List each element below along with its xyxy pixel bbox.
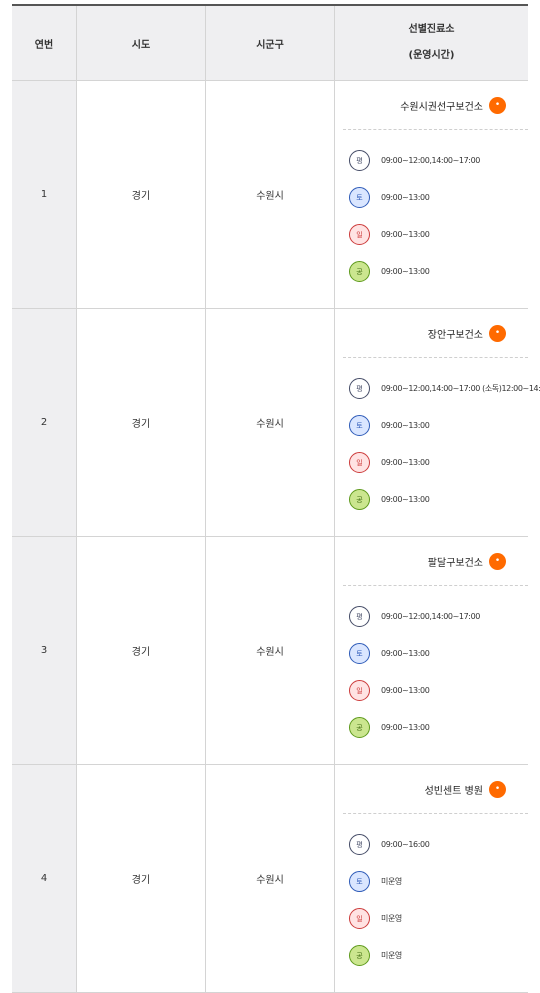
holiday-time: 09:00~13:00 bbox=[381, 723, 430, 732]
hours-holiday: 공 09:00~13:00 bbox=[349, 253, 528, 290]
center-title[interactable]: 성빈센트 병원 • bbox=[343, 765, 528, 814]
hours-list: 평 09:00~16:00 토 미운영 일 미운영 공 미운영 bbox=[335, 814, 528, 974]
row-center: 수원시권선구보건소 • 평 09:00~12:00,14:00~17:00 토 09… bbox=[335, 81, 528, 308]
center-name[interactable]: 팔달구보건소 bbox=[428, 554, 483, 569]
row-no: 4 bbox=[12, 765, 77, 992]
row-sido: 경기 bbox=[77, 765, 206, 992]
saturday-time: 09:00~13:00 bbox=[381, 649, 430, 658]
weekday-badge-icon: 평 bbox=[349, 834, 370, 855]
row-center: 성빈센트 병원 • 평 09:00~16:00 토 미운영 일 미운영 공 미운영 bbox=[335, 765, 528, 992]
detail-icon[interactable]: • bbox=[489, 780, 506, 798]
holiday-badge-icon: 공 bbox=[349, 261, 370, 282]
saturday-badge-icon: 토 bbox=[349, 871, 370, 892]
hours-sunday: 일 09:00~13:00 bbox=[349, 672, 528, 709]
header-sido: 시도 bbox=[77, 6, 206, 80]
hours-weekday: 평 09:00~12:00,14:00~17:00 (소독)12:00~14:00 bbox=[349, 370, 540, 407]
sunday-time: 09:00~13:00 bbox=[381, 686, 430, 695]
holiday-time: 09:00~13:00 bbox=[381, 267, 430, 276]
row-center: 팔달구보건소 • 평 09:00~12:00,14:00~17:00 토 09:00… bbox=[335, 537, 528, 764]
hours-sunday: 일 미운영 bbox=[349, 900, 528, 937]
holiday-time: 09:00~13:00 bbox=[381, 495, 430, 504]
table-header: 연번 시도 시군구 선별진료소 (운영시간) bbox=[12, 6, 528, 81]
center-title[interactable]: 팔달구보건소 • bbox=[343, 537, 528, 586]
center-name[interactable]: 수원시권선구보건소 bbox=[400, 98, 483, 113]
center-name[interactable]: 장안구보건소 bbox=[428, 326, 483, 341]
center-title[interactable]: 수원시권선구보건소 • bbox=[343, 81, 528, 130]
weekday-badge-icon: 평 bbox=[349, 606, 370, 627]
sunday-badge-icon: 일 bbox=[349, 680, 370, 701]
hours-list: 평 09:00~12:00,14:00~17:00 (소독)12:00~14:00… bbox=[335, 358, 540, 518]
hours-weekday: 평 09:00~16:00 bbox=[349, 826, 528, 863]
sunday-badge-icon: 일 bbox=[349, 908, 370, 929]
hours-saturday: 토 09:00~13:00 bbox=[349, 179, 528, 216]
weekday-time: 09:00~16:00 bbox=[381, 840, 430, 849]
sunday-time: 09:00~13:00 bbox=[381, 230, 430, 239]
row-sido: 경기 bbox=[77, 537, 206, 764]
detail-icon[interactable]: • bbox=[489, 552, 506, 570]
saturday-badge-icon: 토 bbox=[349, 643, 370, 664]
hours-list: 평 09:00~12:00,14:00~17:00 토 09:00~13:00 일 0… bbox=[335, 130, 528, 290]
table-row: 1 경기 수원시 수원시권선구보건소 • 평 09:00~12:00,14:00~… bbox=[12, 81, 528, 309]
hours-saturday: 토 09:00~13:00 bbox=[349, 407, 528, 444]
saturday-time: 09:00~13:00 bbox=[381, 421, 430, 430]
center-name[interactable]: 성빈센트 병원 bbox=[425, 782, 483, 797]
row-no: 2 bbox=[12, 309, 77, 536]
header-no: 연번 bbox=[12, 6, 77, 80]
row-no: 3 bbox=[12, 537, 77, 764]
header-center: 선별진료소 (운영시간) bbox=[335, 6, 528, 80]
table-row: 2 경기 수원시 장안구보건소 • 평 09:00~12:00,14:00~17:… bbox=[12, 309, 540, 537]
saturday-badge-icon: 토 bbox=[349, 415, 370, 436]
sunday-time: 미운영 bbox=[381, 914, 402, 923]
header-center-title: 선별진료소 bbox=[408, 24, 455, 35]
weekday-badge-icon: 평 bbox=[349, 378, 370, 399]
sunday-badge-icon: 일 bbox=[349, 224, 370, 245]
holiday-badge-icon: 공 bbox=[349, 489, 370, 510]
saturday-time: 09:00~13:00 bbox=[381, 193, 430, 202]
weekday-time: 09:00~12:00,14:00~17:00 bbox=[381, 156, 480, 165]
hours-list: 평 09:00~12:00,14:00~17:00 토 09:00~13:00 일 0… bbox=[335, 586, 528, 746]
sunday-badge-icon: 일 bbox=[349, 452, 370, 473]
hours-holiday: 공 09:00~13:00 bbox=[349, 709, 528, 746]
hours-holiday: 공 09:00~13:00 bbox=[349, 481, 528, 518]
row-sigungu: 수원시 bbox=[206, 81, 335, 308]
table-row: 4 경기 수원시 성빈센트 병원 • 평 09:00~16:00 토 미운영 일 미운… bbox=[12, 765, 528, 993]
sunday-time: 09:00~13:00 bbox=[381, 458, 430, 467]
hours-holiday: 공 미운영 bbox=[349, 937, 528, 974]
hours-saturday: 토 09:00~13:00 bbox=[349, 635, 528, 672]
detail-icon[interactable]: • bbox=[489, 324, 506, 342]
holiday-badge-icon: 공 bbox=[349, 717, 370, 738]
table-row: 3 경기 수원시 팔달구보건소 • 평 09:00~12:00,14:00~17:… bbox=[12, 537, 528, 765]
hours-weekday: 평 09:00~12:00,14:00~17:00 bbox=[349, 598, 528, 635]
row-sigungu: 수원시 bbox=[206, 309, 335, 536]
row-sido: 경기 bbox=[77, 81, 206, 308]
row-sigungu: 수원시 bbox=[206, 537, 335, 764]
hours-saturday: 토 미운영 bbox=[349, 863, 528, 900]
holiday-badge-icon: 공 bbox=[349, 945, 370, 966]
row-sido: 경기 bbox=[77, 309, 206, 536]
row-center: 장안구보건소 • 평 09:00~12:00,14:00~17:00 (소독)12… bbox=[335, 309, 540, 536]
header-sigungu: 시군구 bbox=[206, 6, 335, 80]
center-title[interactable]: 장안구보건소 • bbox=[343, 309, 528, 358]
hours-sunday: 일 09:00~13:00 bbox=[349, 444, 528, 481]
weekday-badge-icon: 평 bbox=[349, 150, 370, 171]
holiday-time: 미운영 bbox=[381, 951, 402, 960]
weekday-time: 09:00~12:00,14:00~17:00 (소독)12:00~14:00 bbox=[381, 384, 540, 393]
clinic-table: 연번 시도 시군구 선별진료소 (운영시간) 1 경기 수원시 수원시권선구보건… bbox=[12, 4, 540, 993]
detail-icon[interactable]: • bbox=[489, 96, 506, 114]
hours-weekday: 평 09:00~12:00,14:00~17:00 bbox=[349, 142, 528, 179]
saturday-badge-icon: 토 bbox=[349, 187, 370, 208]
hours-sunday: 일 09:00~13:00 bbox=[349, 216, 528, 253]
weekday-time: 09:00~12:00,14:00~17:00 bbox=[381, 612, 480, 621]
row-sigungu: 수원시 bbox=[206, 765, 335, 992]
row-no: 1 bbox=[12, 81, 77, 308]
saturday-time: 미운영 bbox=[381, 877, 402, 886]
header-center-subtitle: (운영시간) bbox=[408, 50, 455, 61]
